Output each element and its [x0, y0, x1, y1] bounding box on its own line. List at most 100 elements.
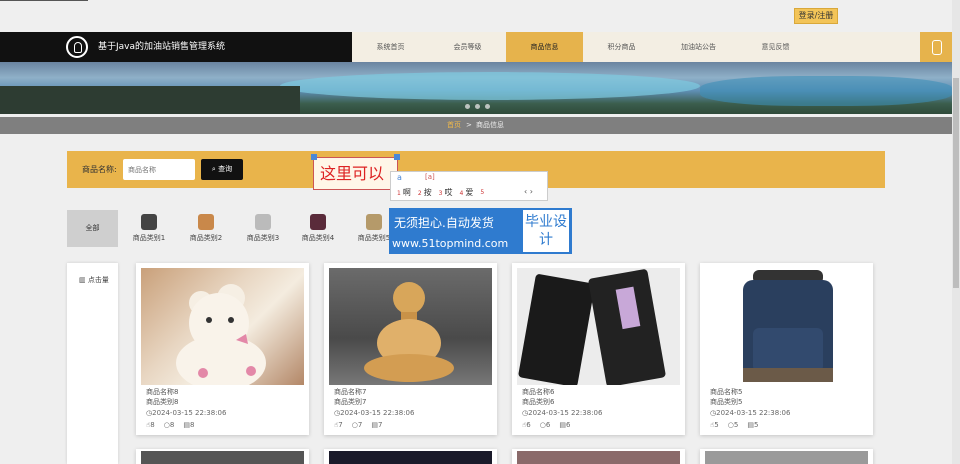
product-image — [329, 268, 492, 385]
product-card[interactable]: 商品名称6 商品类别6 ◷2024-03-15 22:38:06 ☝6 ○6 ▤… — [512, 263, 685, 435]
nav-item-feedback[interactable]: 意见反馈 — [737, 32, 814, 62]
product-stats: ☝7 ○7 ▤7 — [334, 421, 382, 429]
brand[interactable]: 基于Java的加油站销售管理系统 — [0, 32, 352, 62]
category-label: 商品类别4 — [301, 234, 335, 242]
product-name: 商品名称6 — [522, 388, 555, 396]
search-label: 商品名称: — [82, 165, 117, 174]
product-card[interactable]: 商品名称5 商品类别5 ◷2024-03-15 22:38:06 ☝5 ○5 ▤… — [700, 263, 873, 435]
banner-lake-right — [700, 76, 952, 106]
nav-item-points-products[interactable]: 积分商品 — [583, 32, 660, 62]
product-image — [517, 451, 680, 464]
category-item[interactable]: 商品类别2 — [179, 214, 233, 243]
bar-chart-icon: ▥ — [79, 276, 86, 284]
like-count: ☝7 — [334, 421, 343, 429]
top-line — [0, 0, 88, 1]
buddha-statue-image — [364, 282, 454, 382]
ime-input-text: a — [397, 173, 402, 182]
ime-candidate[interactable]: 3哎 — [439, 187, 453, 198]
lightbulb-logo-icon — [66, 36, 88, 58]
nav-item-products[interactable]: 商品信息 — [506, 32, 583, 62]
category-label: 商品类别5 — [357, 234, 391, 242]
banner-town — [0, 86, 300, 114]
nav-item-home[interactable]: 系统首页 — [352, 32, 429, 62]
sort-by-clicks[interactable]: ▥ 点击量 — [79, 275, 109, 285]
breadcrumb: 首页 > 商品信息 — [0, 117, 952, 134]
banner-lake — [280, 72, 700, 100]
product-card[interactable]: 商品名称8 商品类别8 ◷2024-03-15 22:38:06 ☝8 ○8 ▤… — [136, 263, 309, 435]
page-scrollbar[interactable] — [952, 0, 960, 464]
gift-box-image — [518, 269, 666, 385]
ime-page-arrows[interactable]: ‹ › — [524, 187, 533, 196]
banner-carousel[interactable] — [0, 62, 952, 114]
category-label: 商品类别1 — [132, 234, 166, 242]
search-button-label: 查询 — [218, 165, 233, 173]
product-card-partial[interactable] — [324, 449, 497, 464]
product-card-partial[interactable] — [512, 449, 685, 464]
product-time: ◷2024-03-15 22:38:06 — [146, 409, 227, 417]
watermark-badge: 毕业设计 — [523, 210, 569, 252]
category-item[interactable]: 商品类别3 — [236, 214, 290, 243]
ime-hint-overlay: 这里可以 — [311, 154, 400, 190]
ime-candidates: 1啊 2按 3哎 4爱 5 — [397, 187, 486, 198]
main-nav: 系统首页 会员等级 商品信息 积分商品 加油站公告 意见反馈 — [352, 32, 814, 62]
product-stats: ☝5 ○5 ▤5 — [710, 421, 758, 429]
view-count: ○6 — [539, 421, 551, 429]
view-count: ○8 — [163, 421, 175, 429]
product-card-partial[interactable] — [136, 449, 309, 464]
login-register-button[interactable]: 登录/注册 — [794, 8, 838, 24]
product-category: 商品类别7 — [334, 398, 367, 406]
category-thumb — [255, 214, 271, 230]
product-image — [141, 451, 304, 464]
carousel-dot[interactable] — [485, 104, 490, 109]
search-button[interactable]: ⌕ 查询 — [201, 159, 243, 180]
page: 登录/注册 基于Java的加油站销售管理系统 系统首页 会员等级 商品信息 积分… — [0, 0, 960, 464]
category-thumb — [198, 214, 214, 230]
product-image — [141, 268, 304, 385]
product-time: ◷2024-03-15 22:38:06 — [522, 409, 603, 417]
product-name-input[interactable] — [123, 159, 195, 180]
category-thumb — [141, 214, 157, 230]
scrollbar-thumb[interactable] — [953, 78, 959, 288]
product-time: ◷2024-03-15 22:38:06 — [710, 409, 791, 417]
breadcrumb-current: 商品信息 — [476, 121, 504, 129]
product-card[interactable]: 商品名称7 商品类别7 ◷2024-03-15 22:38:06 ☝7 ○7 ▤… — [324, 263, 497, 435]
ime-candidate[interactable]: 1啊 — [397, 187, 411, 198]
carousel-dots — [465, 104, 490, 109]
nav-item-member-level[interactable]: 会员等级 — [429, 32, 506, 62]
carousel-dot[interactable] — [465, 104, 470, 109]
ime-candidate[interactable]: 4爱 — [459, 187, 473, 198]
like-count: ☝8 — [146, 421, 155, 429]
breadcrumb-home[interactable]: 首页 — [447, 117, 461, 134]
category-thumb — [366, 214, 382, 230]
phone-icon[interactable] — [920, 32, 952, 62]
ime-candidate[interactable]: 5 — [480, 187, 486, 198]
ime-pinyin: [a] — [425, 173, 435, 181]
product-name: 商品名称8 — [146, 388, 179, 396]
product-time: ◷2024-03-15 22:38:06 — [334, 409, 415, 417]
category-item[interactable]: 商品类别1 — [122, 214, 176, 243]
comment-count: ▤6 — [559, 421, 571, 429]
product-image — [517, 268, 680, 385]
category-label: 商品类别2 — [189, 234, 223, 242]
ime-candidate-window[interactable]: a [a] 1啊 2按 3哎 4爱 5 ‹ › — [390, 171, 548, 201]
view-count: ○7 — [351, 421, 363, 429]
product-name: 商品名称5 — [710, 388, 743, 396]
product-category: 商品类别8 — [146, 398, 179, 406]
carousel-dot[interactable] — [475, 104, 480, 109]
watermark-ad: 无须担心.自动发货 www.51topmind.com 毕业设计 — [389, 208, 572, 254]
product-card-partial[interactable] — [700, 449, 873, 464]
category-item[interactable]: 商品类别4 — [291, 214, 345, 243]
product-image — [329, 451, 492, 464]
product-stats: ☝6 ○6 ▤6 — [522, 421, 570, 429]
product-image — [705, 451, 868, 464]
nav-item-announcements[interactable]: 加油站公告 — [660, 32, 737, 62]
product-name: 商品名称7 — [334, 388, 367, 396]
product-stats: ☝8 ○8 ▤8 — [146, 421, 194, 429]
comment-count: ▤8 — [183, 421, 195, 429]
category-all[interactable]: 全部 — [67, 210, 118, 247]
ime-candidate[interactable]: 2按 — [418, 187, 432, 198]
site-title: 基于Java的加油站销售管理系统 — [98, 42, 226, 52]
category-label: 商品类别3 — [246, 234, 280, 242]
breadcrumb-sep: > — [466, 121, 472, 129]
search-icon: ⌕ — [211, 165, 216, 173]
